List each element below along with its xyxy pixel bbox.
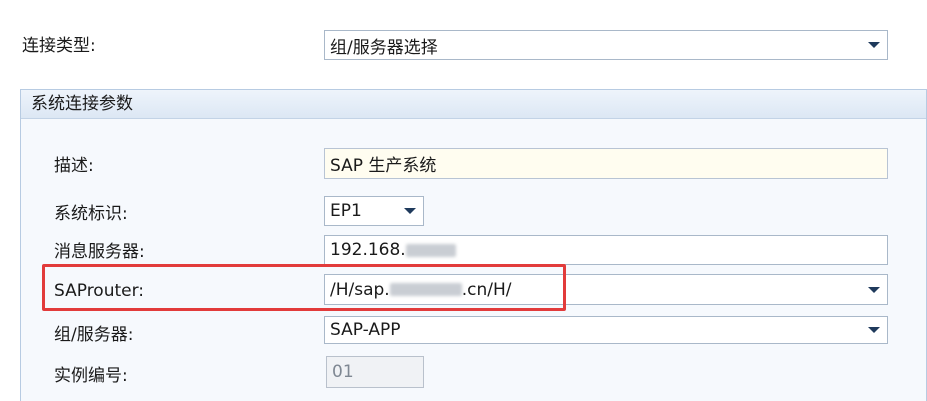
instance-number-label: 实例编号: (54, 366, 128, 386)
instance-number-input: 01 (326, 356, 424, 388)
group-server-select[interactable]: SAP-APP (324, 316, 888, 344)
chevron-down-icon[interactable] (397, 197, 423, 225)
message-server-value: 192.168. (330, 240, 406, 260)
system-id-label: 系统标识: (54, 204, 128, 224)
chevron-down-icon[interactable] (861, 275, 887, 304)
description-label: 描述: (54, 156, 94, 176)
system-id-select[interactable]: EP1 (324, 196, 424, 226)
connection-type-select[interactable]: 组/服务器选择 (324, 30, 888, 60)
connection-type-label: 连接类型: (22, 36, 96, 56)
connection-type-value: 组/服务器选择 (330, 37, 438, 58)
description-input[interactable]: SAP 生产系统 (324, 148, 888, 179)
highlight-box (42, 264, 566, 311)
group-server-label: 组/服务器: (54, 325, 134, 345)
message-server-input[interactable]: 192.168. (324, 235, 888, 265)
chevron-down-icon[interactable] (861, 317, 887, 343)
message-server-label: 消息服务器: (54, 242, 145, 262)
system-params-title: 系统连接参数 (31, 93, 133, 114)
redacted-text (405, 243, 456, 257)
system-id-value: EP1 (330, 201, 362, 221)
description-value: SAP 生产系统 (330, 156, 437, 176)
group-server-value: SAP-APP (330, 320, 401, 340)
instance-number-value: 01 (332, 362, 354, 382)
system-params-header: 系统连接参数 (21, 90, 926, 119)
chevron-down-icon[interactable] (861, 31, 887, 59)
